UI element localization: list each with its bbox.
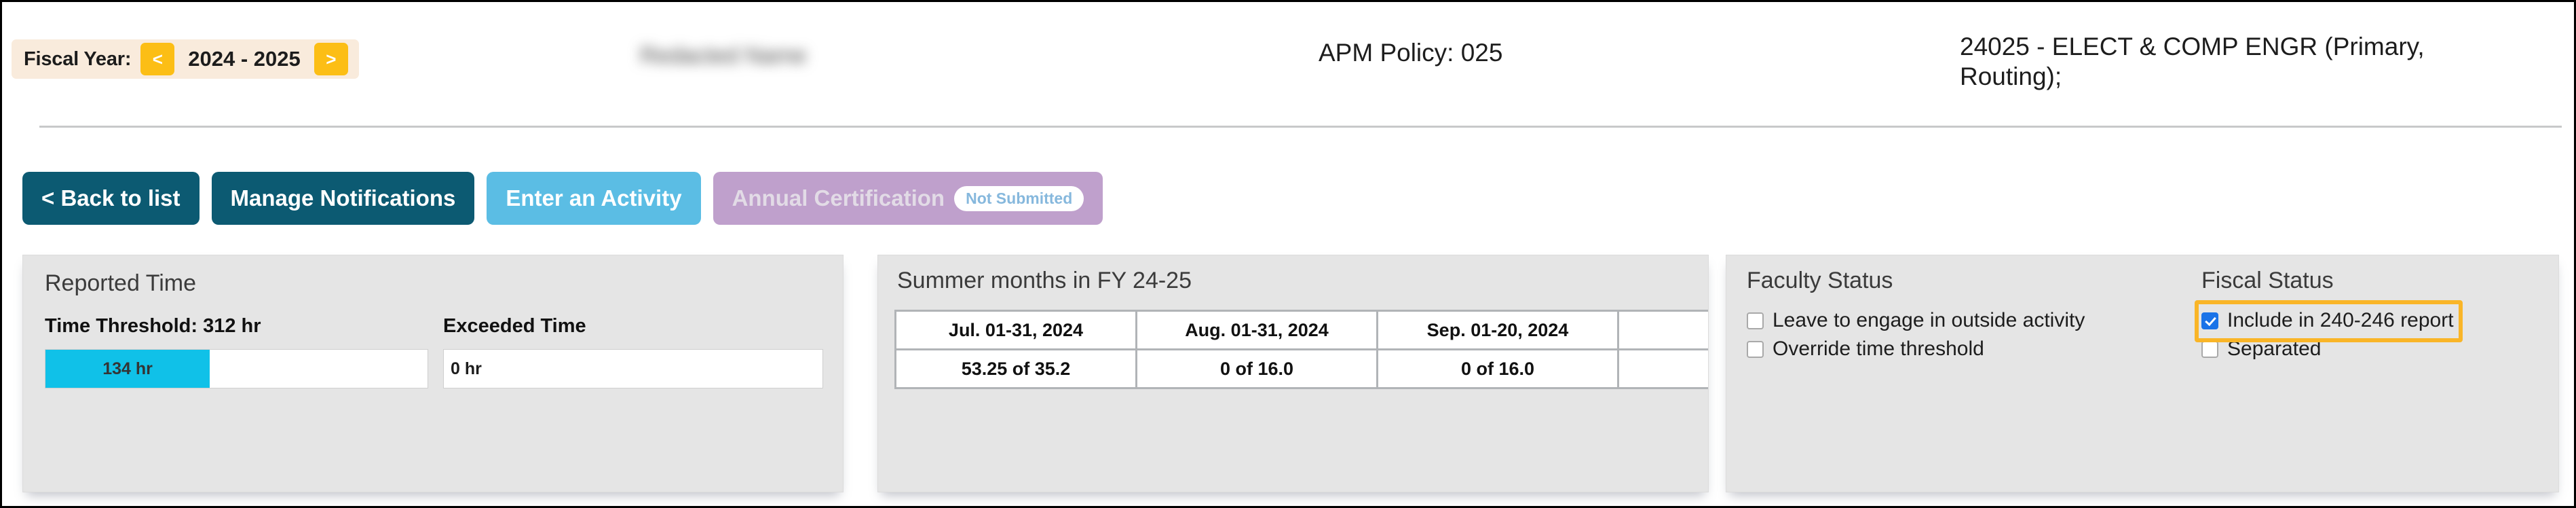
manage-notifications-button[interactable]: Manage Notifications: [211, 172, 475, 225]
annual-certification-button[interactable]: Annual Certification Not Submitted: [713, 172, 1103, 225]
summer-months-table: Jul. 01-31, 2024 Aug. 01-31, 2024 Sep. 01-…: [894, 310, 1708, 389]
fiscal-status-checkbox-list: Include in 240-246 report Separated: [2201, 306, 2454, 363]
reported-time-fields: Time Threshold: 312 hr 134 hr Exceeded T…: [45, 315, 823, 388]
reported-time-progress-bar: 134 hr: [45, 349, 428, 388]
faculty-status-title: Faculty Status: [1747, 268, 1893, 293]
summer-period-cell: [1617, 310, 1708, 350]
person-name-redacted: Redacted Name: [640, 43, 807, 69]
checkbox-checked-icon[interactable]: [2201, 312, 2218, 329]
header-divider: [39, 126, 2562, 128]
reported-time-title: Reported Time: [45, 270, 196, 296]
summer-usage-cell: 0 of 16.0: [1376, 348, 1619, 389]
summer-period-cell: Sep. 01-20, 2024: [1376, 310, 1619, 350]
summer-months-panel: Summer months in FY 24-25 Jul. 01-31, 20…: [877, 255, 1709, 492]
fiscal-status-group: Fiscal Status Include in 240-246 report S…: [2201, 268, 2454, 363]
checkbox-label: Include in 240-246 report: [2227, 309, 2454, 331]
progress-value-label: 134 hr: [102, 359, 153, 378]
table-row-usage: 53.25 of 35.2 0 of 16.0 0 of 16.0: [894, 348, 1708, 389]
certification-status-badge: Not Submitted: [954, 185, 1084, 211]
fiscal-year-prev-button[interactable]: <: [140, 43, 175, 75]
department-info: 24025 - ELECT & COMP ENGR (Primary, Rout…: [1960, 33, 2425, 90]
exceeded-time-input[interactable]: [443, 349, 823, 388]
checkbox-unchecked-icon[interactable]: [1747, 312, 1764, 329]
summer-period-cell: Jul. 01-31, 2024: [894, 310, 1137, 350]
faculty-status-checkbox-list: Leave to engage in outside activity Overr…: [1747, 306, 2085, 363]
fiscal-year-label: Fiscal Year:: [24, 48, 132, 70]
page-header: Fiscal Year: < 2024 - 2025 > Redacted Na…: [2, 2, 2574, 126]
faculty-status-group: Faculty Status Leave to engage in outsid…: [1747, 268, 2085, 363]
summer-period-cell: Aug. 01-31, 2024: [1135, 310, 1378, 350]
fiscal-year-selector: Fiscal Year: < 2024 - 2025 >: [12, 39, 359, 79]
exceeded-time-label: Exceeded Time: [443, 315, 586, 337]
summer-months-title: Summer months in FY 24-25: [897, 268, 1192, 293]
time-threshold-group: Time Threshold: 312 hr 134 hr: [45, 315, 428, 388]
time-threshold-label: Time Threshold: 312 hr: [45, 315, 261, 337]
fiscal-year-value: 2024 - 2025: [188, 47, 301, 71]
checkbox-row[interactable]: Separated: [2201, 335, 2454, 363]
annual-certification-label: Annual Certification: [732, 185, 945, 211]
apm-policy-label: APM Policy: 025: [1319, 39, 1503, 67]
summer-usage-cell: 0 of 16.0: [1135, 348, 1378, 389]
summer-usage-cell: 53.25 of 35.2: [894, 348, 1137, 389]
progress-fill: 134 hr: [45, 350, 210, 388]
checkbox-row[interactable]: Override time threshold: [1747, 335, 2085, 363]
summer-usage-cell: [1617, 348, 1708, 389]
checkbox-label: Leave to engage in outside activity: [1773, 309, 2085, 331]
page-root: Fiscal Year: < 2024 - 2025 > Redacted Na…: [0, 0, 2576, 508]
table-row-periods: Jul. 01-31, 2024 Aug. 01-31, 2024 Sep. 01-…: [894, 310, 1708, 350]
checkbox-row[interactable]: Leave to engage in outside activity: [1747, 306, 2085, 335]
back-to-list-button[interactable]: < Back to list: [22, 172, 200, 225]
action-toolbar: < Back to list Manage Notifications Ente…: [2, 172, 1103, 225]
enter-an-activity-button[interactable]: Enter an Activity: [487, 172, 701, 225]
summer-months-table-viewport: Jul. 01-31, 2024 Aug. 01-31, 2024 Sep. 01-…: [894, 310, 1708, 391]
fiscal-status-title: Fiscal Status: [2201, 268, 2334, 293]
reported-time-panel: Reported Time Time Threshold: 312 hr 134…: [22, 255, 844, 492]
checkbox-label: Override time threshold: [1773, 338, 1984, 360]
checkbox-unchecked-icon[interactable]: [2201, 340, 2218, 358]
checkbox-row[interactable]: Include in 240-246 report: [2201, 306, 2454, 335]
exceeded-time-group: Exceeded Time: [443, 315, 823, 388]
checkbox-unchecked-icon[interactable]: [1747, 340, 1764, 358]
checkbox-label: Separated: [2227, 338, 2322, 360]
fiscal-year-next-button[interactable]: >: [314, 43, 348, 75]
status-panel: Faculty Status Leave to engage in outsid…: [1726, 255, 2559, 492]
